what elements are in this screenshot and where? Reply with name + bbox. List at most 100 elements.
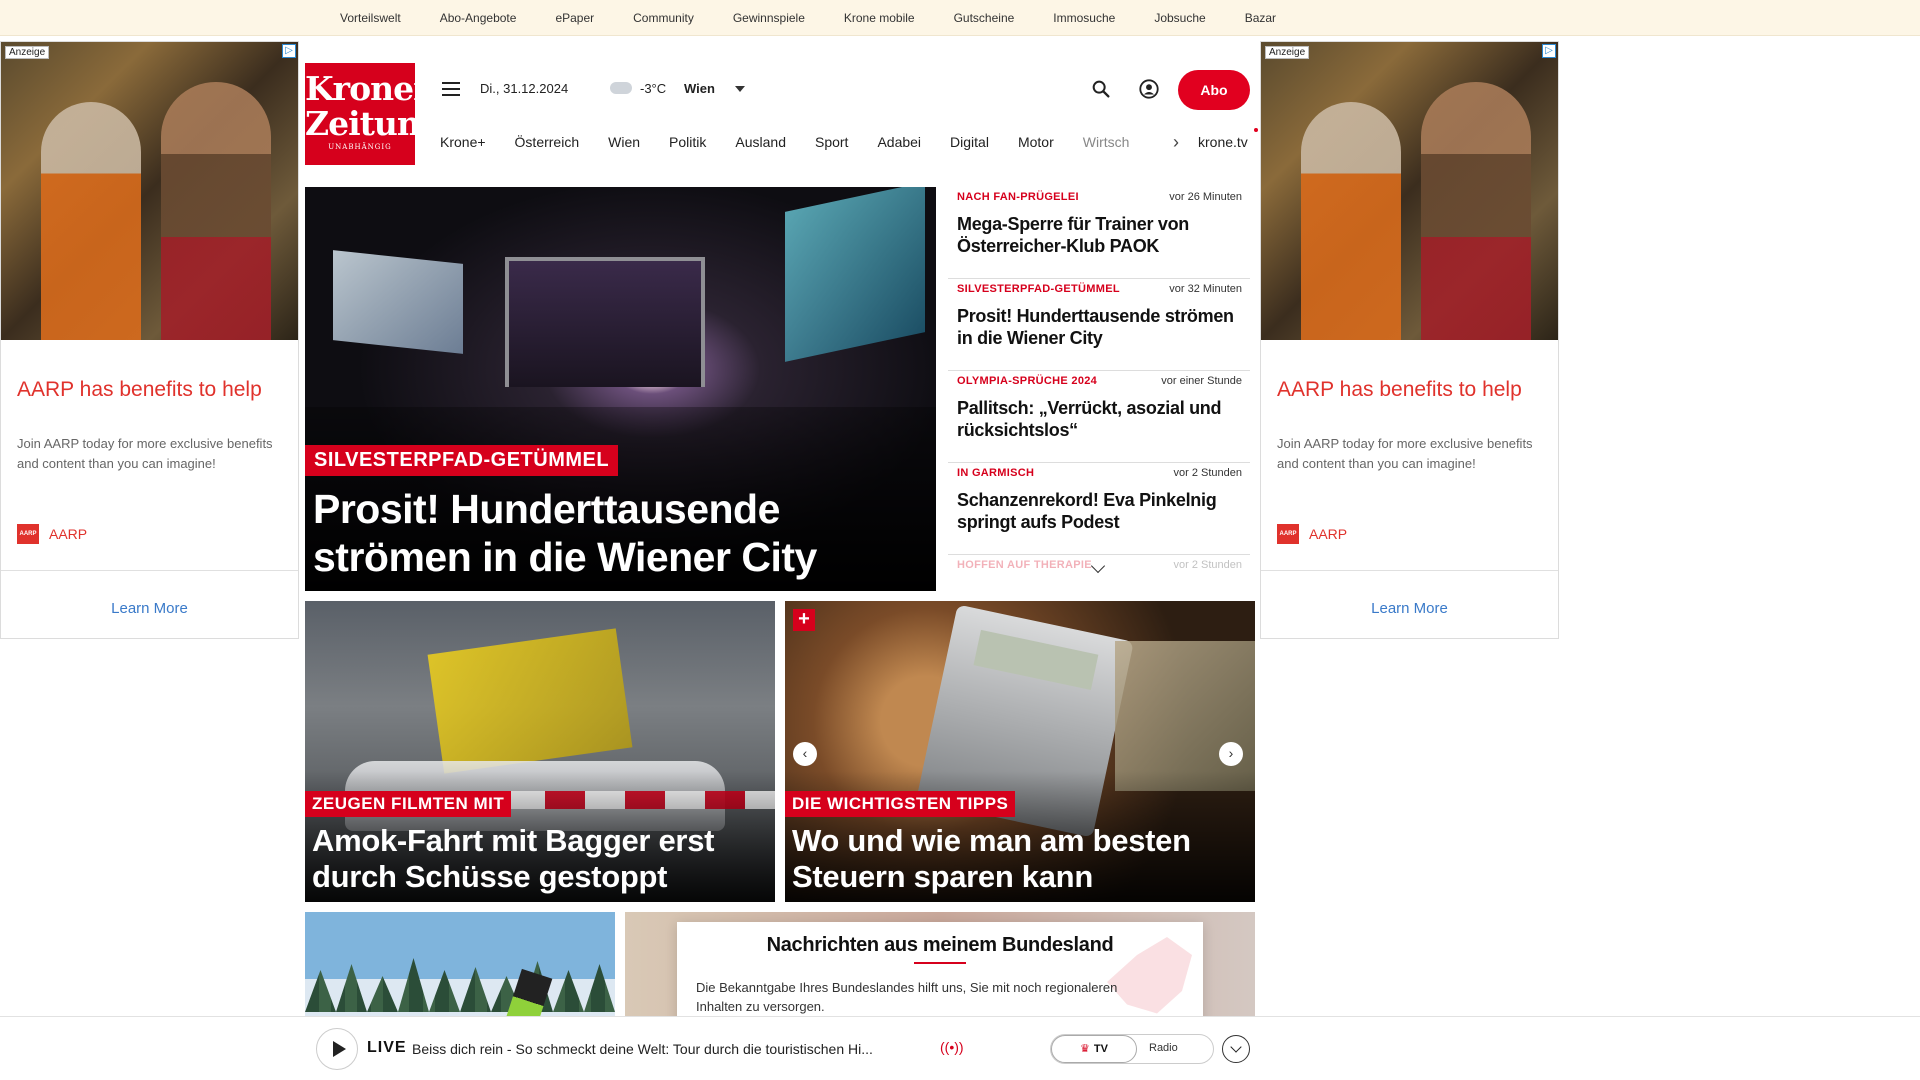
card-title[interactable]: Amok-Fahrt mit Bagger erst durch Schüsse… bbox=[312, 823, 768, 895]
ad-image[interactable]: Anzeige ▷ bbox=[1261, 42, 1558, 340]
krone-plus-icon: + bbox=[793, 609, 815, 631]
carousel-next-icon[interactable]: › bbox=[1219, 742, 1243, 766]
card-title[interactable]: Wo und wie man am besten Steuern sparen … bbox=[792, 823, 1248, 895]
crown-icon: ♛ bbox=[1080, 1043, 1090, 1055]
chevron-down-icon[interactable] bbox=[735, 86, 745, 92]
live-title[interactable]: Beiss dich rein - So schmeckt deine Welt… bbox=[412, 1041, 932, 1057]
teaser-card[interactable]: ZEUGEN FILMTEN MIT Amok-Fahrt mit Bagger… bbox=[305, 601, 775, 902]
news-headline[interactable]: Prosit! Hunderttausende strömen in die W… bbox=[957, 305, 1243, 349]
news-category: OLYMPIA-SPRÜCHE 2024 bbox=[957, 375, 1098, 387]
news-category: HOFFEN AUF THERAPIE bbox=[957, 559, 1092, 571]
nav-items: Krone+ Österreich Wien Politik Ausland S… bbox=[430, 122, 1166, 162]
site-header: Di., 31.12.2024 -3°C Wien Abo bbox=[430, 68, 1252, 110]
list-item[interactable]: IN GARMISCH vor 2 Stunden Schanzenrekord… bbox=[948, 463, 1250, 555]
expand-player-button[interactable] bbox=[1222, 1035, 1250, 1063]
ad-brand[interactable]: AARP AARP bbox=[17, 524, 87, 544]
tv-label: TV bbox=[1093, 1043, 1108, 1055]
service-link-abo-angebote[interactable]: Abo-Angebote bbox=[440, 11, 517, 25]
play-button[interactable] bbox=[316, 1028, 358, 1070]
news-category: IN GARMISCH bbox=[957, 467, 1035, 479]
news-time: vor 2 Stunden bbox=[1173, 467, 1243, 479]
user-account-icon[interactable] bbox=[1138, 78, 1160, 100]
top-service-bar: Vorteilswelt Abo-Angebote ePaper Communi… bbox=[0, 0, 1920, 36]
radio-toggle-button[interactable]: Radio bbox=[1149, 1042, 1178, 1054]
live-player-bar: LIVE Beiss dich rein - So schmeckt deine… bbox=[0, 1016, 1920, 1080]
nav-item-politik[interactable]: Politik bbox=[669, 134, 706, 150]
aarp-logo-icon: AARP bbox=[1277, 524, 1299, 544]
service-links: Vorteilswelt Abo-Angebote ePaper Communi… bbox=[340, 0, 1315, 36]
city-select[interactable]: Wien bbox=[684, 81, 715, 96]
ad-image[interactable]: Anzeige ▷ bbox=[1, 42, 298, 340]
nav-item-sport[interactable]: Sport bbox=[815, 134, 848, 150]
nav-scroll-right-icon[interactable]: › bbox=[1166, 132, 1186, 153]
ad-left[interactable]: Anzeige ▷ AARP has benefits to help Join… bbox=[0, 41, 299, 639]
bundesland-text: Die Bekanntgabe Ihres Bundeslandes hilft… bbox=[696, 980, 1118, 1014]
news-headline[interactable]: Mega-Sperre für Trainer von Österreicher… bbox=[957, 213, 1243, 257]
ad-brand-name: AARP bbox=[1309, 526, 1348, 542]
main-navigation: Krone+ Österreich Wien Politik Ausland S… bbox=[430, 122, 1258, 162]
nav-item-wien[interactable]: Wien bbox=[608, 134, 640, 150]
ad-right[interactable]: Anzeige ▷ AARP has benefits to help Join… bbox=[1260, 41, 1559, 639]
current-date: Di., 31.12.2024 bbox=[480, 81, 569, 96]
service-link-vorteilswelt[interactable]: Vorteilswelt bbox=[340, 11, 401, 25]
ad-body: Join AARP today for more exclusive benef… bbox=[17, 436, 273, 471]
service-link-jobsuche[interactable]: Jobsuche bbox=[1154, 11, 1205, 25]
latest-news-list: NACH FAN-PRÜGELEI vor 26 Minuten Mega-Sp… bbox=[948, 187, 1250, 591]
service-link-immosuche[interactable]: Immosuche bbox=[1053, 11, 1115, 25]
nav-item-ausland[interactable]: Ausland bbox=[735, 134, 786, 150]
nav-item-motor[interactable]: Motor bbox=[1018, 134, 1054, 150]
bundesland-title: Nachrichten aus meinem Bundesland bbox=[766, 934, 1114, 956]
service-link-bazar[interactable]: Bazar bbox=[1245, 11, 1276, 25]
news-headline[interactable]: Pallitsch: „Verrückt, asozial und rücksi… bbox=[957, 397, 1243, 441]
list-item[interactable]: SILVESTERPFAD-GETÜMMEL vor 32 Minuten Pr… bbox=[948, 279, 1250, 371]
hero-kicker: SILVESTERPFAD-GETÜMMEL bbox=[305, 445, 619, 476]
temperature: -3°C bbox=[640, 81, 667, 96]
news-time: vor 32 Minuten bbox=[1169, 283, 1242, 295]
news-time: vor 2 Stunden bbox=[1173, 559, 1243, 571]
news-time: vor 26 Minuten bbox=[1169, 191, 1242, 203]
nav-item-oesterreich[interactable]: Österreich bbox=[515, 134, 580, 150]
service-link-gutscheine[interactable]: Gutscheine bbox=[954, 11, 1015, 25]
adchoices-icon[interactable]: ▷ bbox=[1542, 44, 1556, 58]
list-item[interactable]: NACH FAN-PRÜGELEI vor 26 Minuten Mega-Sp… bbox=[948, 187, 1250, 279]
abo-button[interactable]: Abo bbox=[1178, 70, 1250, 110]
service-link-community[interactable]: Community bbox=[633, 11, 694, 25]
card-kicker: DIE WICHTIGSTEN TIPPS bbox=[785, 791, 1016, 817]
teaser-card[interactable]: + ‹ › DIE WICHTIGSTEN TIPPS Wo und wie m… bbox=[785, 601, 1255, 902]
ad-learn-more-button[interactable]: Learn More bbox=[1261, 600, 1558, 617]
logo-tagline: UNABHÄNGIG bbox=[328, 143, 392, 151]
ad-brand-name: AARP bbox=[49, 526, 88, 542]
menu-icon[interactable] bbox=[442, 82, 460, 96]
tv-radio-toggle[interactable]: ♛ TV Radio bbox=[1050, 1034, 1214, 1064]
hero-title[interactable]: Prosit! Hunderttausende strömen in die W… bbox=[313, 485, 923, 581]
adchoices-icon[interactable]: ▷ bbox=[282, 44, 296, 58]
nav-item-digital[interactable]: Digital bbox=[950, 134, 989, 150]
ad-brand[interactable]: AARP AARP bbox=[1277, 524, 1347, 544]
tv-toggle-button[interactable]: ♛ TV bbox=[1051, 1035, 1137, 1063]
ad-headline[interactable]: AARP has benefits to help bbox=[17, 378, 262, 402]
nav-item-krone-plus[interactable]: Krone+ bbox=[440, 134, 486, 150]
logo-line-1: Kronen bbox=[305, 69, 437, 108]
nav-item-krone-tv[interactable]: krone.tv bbox=[1198, 128, 1258, 150]
aarp-logo-icon: AARP bbox=[17, 524, 39, 544]
ad-badge: Anzeige bbox=[1265, 46, 1310, 59]
card-kicker: ZEUGEN FILMTEN MIT bbox=[305, 791, 512, 817]
news-headline[interactable]: Schanzenrekord! Eva Pinkelnig springt au… bbox=[957, 489, 1243, 533]
hero-teaser[interactable]: SILVESTERPFAD-GETÜMMEL Prosit! Hundertta… bbox=[305, 187, 936, 591]
cloud-icon bbox=[610, 82, 632, 94]
service-link-krone-mobile[interactable]: Krone mobile bbox=[844, 11, 915, 25]
carousel-prev-icon[interactable]: ‹ bbox=[793, 742, 817, 766]
logo-line-2: Zeitung bbox=[305, 104, 443, 143]
live-label: LIVE bbox=[367, 1039, 407, 1056]
ad-body: Join AARP today for more exclusive benef… bbox=[1277, 436, 1533, 471]
list-item[interactable]: OLYMPIA-SPRÜCHE 2024 vor einer Stunde Pa… bbox=[948, 371, 1250, 463]
ad-learn-more-button[interactable]: Learn More bbox=[1, 600, 298, 617]
kronen-zeitung-logo[interactable]: Kronen Zeitung UNABHÄNGIG bbox=[305, 63, 443, 165]
ad-headline[interactable]: AARP has benefits to help bbox=[1277, 378, 1522, 402]
ad-badge: Anzeige bbox=[5, 46, 50, 59]
nav-item-wirtschaft[interactable]: Wirtsch bbox=[1083, 134, 1130, 150]
search-icon[interactable] bbox=[1090, 78, 1112, 100]
nav-item-adabei[interactable]: Adabei bbox=[877, 134, 921, 150]
service-link-epaper[interactable]: ePaper bbox=[555, 11, 594, 25]
service-link-gewinnspiele[interactable]: Gewinnspiele bbox=[733, 11, 805, 25]
